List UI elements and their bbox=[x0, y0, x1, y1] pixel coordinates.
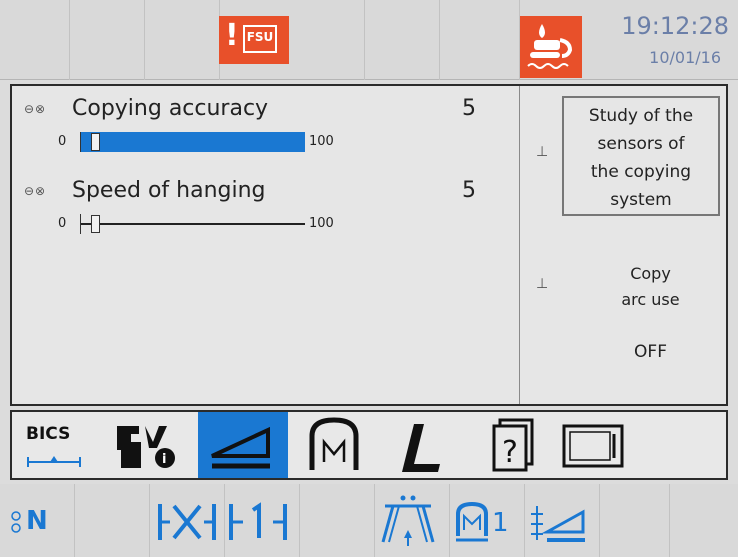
button-line: the copying bbox=[590, 162, 692, 182]
softkey-bar: N 1 bbox=[0, 484, 738, 557]
empty-softkey[interactable] bbox=[600, 484, 670, 557]
io-marker-icon: ⊥ bbox=[536, 276, 549, 292]
slider-min: 0 bbox=[58, 216, 67, 231]
help-icon: ? bbox=[492, 418, 534, 472]
scale-icon bbox=[27, 456, 81, 467]
status-cell bbox=[70, 0, 145, 80]
button-line: sensors of bbox=[597, 134, 685, 154]
empty-softkey[interactable] bbox=[670, 484, 738, 557]
tower-softkey[interactable] bbox=[375, 484, 450, 557]
slider-max: 100 bbox=[309, 134, 334, 149]
svg-text:i: i bbox=[162, 452, 166, 467]
copying-tab[interactable] bbox=[198, 412, 288, 478]
clock-date: 10/01/16 bbox=[649, 48, 721, 67]
slider-fill bbox=[80, 132, 305, 152]
status-cell bbox=[290, 0, 365, 80]
fsu-alarm-icon: FSU bbox=[243, 25, 277, 53]
mould-icon bbox=[309, 417, 359, 470]
display-tab[interactable] bbox=[560, 412, 650, 478]
bics-label: BICS bbox=[26, 424, 71, 444]
copy-adjust-icon bbox=[531, 506, 585, 542]
study-sensors-button[interactable]: Study of the sensors of the copying syst… bbox=[562, 96, 720, 216]
copying-accuracy-slider[interactable] bbox=[80, 132, 305, 152]
parameter-label: Speed of hanging bbox=[72, 178, 266, 203]
parameter-value: 5 bbox=[462, 178, 476, 203]
button-line: system bbox=[610, 190, 672, 210]
lubrication-alarm-icon[interactable] bbox=[520, 16, 582, 78]
slider-thumb[interactable] bbox=[91, 133, 100, 151]
copy-arc-label[interactable]: arc use bbox=[578, 290, 723, 309]
panel-divider bbox=[519, 86, 520, 404]
slider-track bbox=[80, 223, 305, 225]
speed-of-hanging-slider[interactable] bbox=[80, 214, 305, 234]
clamp-x-icon bbox=[158, 504, 216, 540]
copy-arc-label[interactable]: Copy bbox=[578, 264, 723, 283]
clamp-1-icon bbox=[229, 502, 287, 540]
status-bar: ! FSU 19:12:28 10/01/16 bbox=[0, 0, 738, 80]
slider-tick bbox=[80, 214, 81, 234]
svg-text:?: ? bbox=[502, 435, 518, 470]
tower-icon bbox=[381, 495, 435, 546]
link-icon: ⊖⊗ bbox=[24, 102, 47, 116]
parameter-label: Copying accuracy bbox=[72, 96, 269, 121]
slider-max: 100 bbox=[309, 216, 334, 231]
copying-angle-icon bbox=[211, 426, 270, 469]
slider-tick bbox=[80, 132, 81, 152]
copy-arc-state[interactable]: OFF bbox=[578, 342, 723, 362]
empty-softkey[interactable] bbox=[75, 484, 150, 557]
slider-thumb[interactable] bbox=[91, 215, 100, 233]
n-softkey[interactable]: N bbox=[0, 484, 75, 557]
settings-panel: ⊖⊗ Copying accuracy 5 0 100 ⊖⊗ Speed of … bbox=[10, 84, 728, 406]
link-icon: ⊖⊗ bbox=[24, 184, 47, 198]
machine-diagnostics-tab[interactable]: i bbox=[107, 412, 197, 478]
profile-icon bbox=[402, 424, 440, 472]
status-cell bbox=[440, 0, 520, 80]
tab-bar: BICS i ? bbox=[10, 410, 728, 480]
bics-tab[interactable]: BICS bbox=[12, 412, 104, 478]
alarm-exclamation: ! bbox=[225, 18, 239, 53]
slider-min: 0 bbox=[58, 134, 67, 149]
profile-tab[interactable] bbox=[380, 412, 470, 478]
machine-diagnostics-icon: i bbox=[117, 426, 175, 468]
parameter-value: 5 bbox=[462, 96, 476, 121]
n-label: N bbox=[26, 506, 48, 536]
clamp-x-softkey[interactable] bbox=[150, 484, 225, 557]
mould-1-softkey[interactable]: 1 bbox=[450, 484, 525, 557]
display-icon bbox=[562, 424, 624, 468]
fsu-label: FSU bbox=[246, 30, 274, 44]
fsu-alarm-indicator[interactable]: ! FSU bbox=[219, 16, 289, 64]
mould-tab[interactable] bbox=[290, 412, 380, 478]
clamp-1-softkey[interactable] bbox=[225, 484, 300, 557]
mould-index: 1 bbox=[492, 508, 509, 538]
status-cell bbox=[145, 0, 220, 80]
copy-adjust-softkey[interactable] bbox=[525, 484, 600, 557]
empty-softkey[interactable] bbox=[300, 484, 375, 557]
help-tab[interactable]: ? bbox=[470, 412, 560, 478]
clock-time: 19:12:28 bbox=[621, 12, 729, 40]
io-marker-icon: ⊥ bbox=[536, 144, 549, 160]
status-cell bbox=[365, 0, 440, 80]
button-line: Study of the bbox=[588, 106, 694, 126]
status-cell bbox=[0, 0, 70, 80]
io-dots-icon bbox=[11, 511, 21, 533]
